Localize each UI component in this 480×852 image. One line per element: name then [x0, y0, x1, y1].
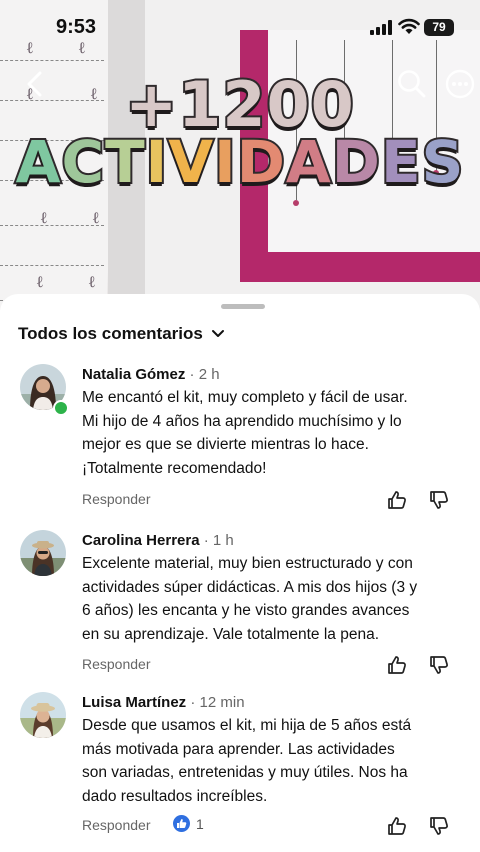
comment-actions: Responder 1 — [82, 815, 462, 839]
comments-sheet: Todos los comentarios Natalia Gómez · 2 … — [0, 294, 480, 852]
thumbs-down-icon[interactable] — [428, 654, 450, 676]
comment-text: Desde que usamos el kit, mi hija de 5 añ… — [82, 717, 412, 805]
like-reaction-icon — [173, 815, 190, 832]
comment-author[interactable]: Luisa Martínez — [82, 694, 186, 711]
comment-meta: Natalia Gómez · 2 h — [82, 366, 220, 383]
comments-sort-toggle[interactable]: Todos los comentarios — [18, 324, 225, 344]
comment-actions: Responder — [82, 489, 462, 513]
back-icon[interactable] — [18, 66, 54, 102]
status-bar: 9:53 79 — [0, 0, 480, 52]
thumbs-up-icon[interactable] — [386, 815, 408, 837]
comment-meta: Luisa Martínez · 12 min — [82, 694, 245, 711]
search-icon[interactable] — [394, 66, 430, 102]
comment-time: · 2 h — [189, 366, 220, 383]
comment-actions: Responder — [82, 654, 462, 678]
comment-time: · 12 min — [190, 694, 245, 711]
comments-title: Todos los comentarios — [18, 324, 203, 343]
thumbs-down-icon[interactable] — [428, 489, 450, 511]
comment-meta: Carolina Herrera · 1 h — [82, 532, 234, 549]
reply-button[interactable]: Responder — [82, 817, 151, 833]
clock: 9:53 — [56, 16, 97, 38]
thumbs-down-icon[interactable] — [428, 815, 450, 837]
thumbs-up-icon[interactable] — [386, 489, 408, 511]
avatar[interactable] — [20, 530, 66, 576]
reply-button[interactable]: Responder — [82, 656, 151, 672]
drag-handle[interactable] — [221, 304, 265, 309]
signal-icon — [370, 20, 392, 35]
reaction-count: 1 — [196, 815, 204, 832]
comment-author[interactable]: Natalia Gómez — [82, 366, 185, 383]
battery-indicator: 79 — [424, 19, 454, 36]
comment-text: Me encantó el kit, muy completo y fácil … — [82, 389, 408, 477]
thumbs-up-icon[interactable] — [386, 654, 408, 676]
overlay-title-line2: ACTIVIDADES — [14, 126, 466, 198]
reply-button[interactable]: Responder — [82, 491, 151, 507]
comment-author[interactable]: Carolina Herrera — [82, 532, 200, 549]
comment-text: Excelente material, muy bien estructurad… — [82, 555, 418, 643]
reaction-summary[interactable]: 1 — [173, 815, 204, 832]
online-status-dot — [53, 400, 69, 416]
comment-time: · 1 h — [203, 532, 234, 549]
chevron-down-icon — [211, 330, 224, 337]
avatar[interactable] — [20, 692, 66, 738]
more-options-icon[interactable] — [442, 66, 478, 102]
wifi-icon — [398, 18, 420, 34]
